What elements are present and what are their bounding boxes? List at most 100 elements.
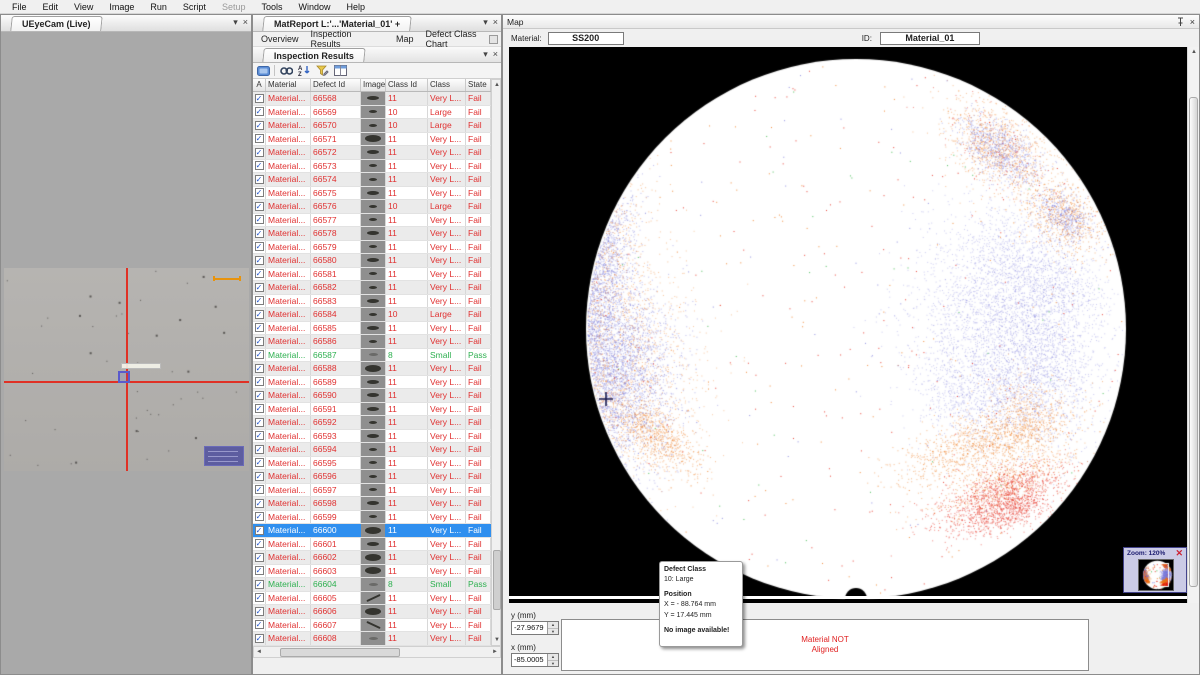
row-checkbox[interactable]: ✓ xyxy=(255,377,264,386)
row-checkbox[interactable]: ✓ xyxy=(255,215,264,224)
table-row[interactable]: ✓Material...6659811Very L...Fail xyxy=(253,497,491,511)
close-icon[interactable]: × xyxy=(493,49,498,60)
close-icon[interactable]: × xyxy=(493,17,498,28)
table-row[interactable]: ✓Material...6660211Very L...Fail xyxy=(253,551,491,565)
close-icon[interactable]: × xyxy=(1190,17,1195,27)
table-row[interactable]: ✓Material...666048SmallPass xyxy=(253,578,491,592)
row-checkbox[interactable]: ✓ xyxy=(255,566,264,575)
wafer-map-canvas[interactable] xyxy=(509,47,1189,603)
menu-window[interactable]: Window xyxy=(290,2,338,12)
row-checkbox[interactable]: ✓ xyxy=(255,526,264,535)
col-header-a[interactable]: A xyxy=(253,79,266,91)
table-row[interactable]: ✓Material...6657511Very L...Fail xyxy=(253,187,491,201)
tab-ueyecam-live[interactable]: UEyeCam (Live) xyxy=(10,16,102,31)
grid-vertical-scrollbar[interactable]: ▲ ▼ xyxy=(491,79,501,646)
grid-vscroll-thumb[interactable] xyxy=(493,550,501,610)
row-checkbox[interactable]: ✓ xyxy=(255,472,264,481)
table-row[interactable]: ✓Material...6660111Very L...Fail xyxy=(253,538,491,552)
row-checkbox[interactable]: ✓ xyxy=(255,94,264,103)
sort-ascending-icon[interactable]: AZ xyxy=(297,64,311,77)
menu-file[interactable]: File xyxy=(4,2,35,12)
table-row[interactable]: ✓Material...6657411Very L...Fail xyxy=(253,173,491,187)
row-checkbox[interactable]: ✓ xyxy=(255,310,264,319)
row-checkbox[interactable]: ✓ xyxy=(255,404,264,413)
table-row[interactable]: ✓Material...6659311Very L...Fail xyxy=(253,430,491,444)
scroll-down-icon[interactable]: ▼ xyxy=(492,635,502,645)
zoom-close-icon[interactable]: ✕ xyxy=(1175,549,1183,558)
table-row[interactable]: ✓Material...6657610LargeFail xyxy=(253,200,491,214)
table-row[interactable]: ✓Material...6659611Very L...Fail xyxy=(253,470,491,484)
y-position-spinner[interactable]: -27.9679 ▲▼ xyxy=(511,621,559,635)
col-header-material[interactable]: Material xyxy=(266,79,311,91)
table-row[interactable]: ✓Material...6658111Very L...Fail xyxy=(253,268,491,282)
table-row[interactable]: ✓Material...6659011Very L...Fail xyxy=(253,389,491,403)
row-checkbox[interactable]: ✓ xyxy=(255,512,264,521)
scroll-right-icon[interactable]: ► xyxy=(490,647,500,657)
table-row[interactable]: ✓Material...6658410LargeFail xyxy=(253,308,491,322)
row-checkbox[interactable]: ✓ xyxy=(255,445,264,454)
table-row[interactable]: ✓Material...6659211Very L...Fail xyxy=(253,416,491,430)
row-checkbox[interactable]: ✓ xyxy=(255,256,264,265)
row-checkbox[interactable]: ✓ xyxy=(255,283,264,292)
subtab-overflow-icon[interactable] xyxy=(489,35,498,44)
table-row[interactable]: ✓Material...6657211Very L...Fail xyxy=(253,146,491,160)
display-button[interactable] xyxy=(256,64,270,77)
subtab-overview[interactable]: Overview xyxy=(261,34,299,44)
row-checkbox[interactable]: ✓ xyxy=(255,175,264,184)
menu-script[interactable]: Script xyxy=(175,2,214,12)
menu-view[interactable]: View xyxy=(66,2,101,12)
table-row[interactable]: ✓Material...6660311Very L...Fail xyxy=(253,565,491,579)
row-checkbox[interactable]: ✓ xyxy=(255,458,264,467)
subtab-inspection-results[interactable]: Inspection Results xyxy=(311,29,385,49)
minimap[interactable] xyxy=(1138,559,1174,591)
table-row[interactable]: ✓Material...6658011Very L...Fail xyxy=(253,254,491,268)
table-row[interactable]: ✓Material...6659911Very L...Fail xyxy=(253,511,491,525)
table-row[interactable]: ✓Material...6657911Very L...Fail xyxy=(253,241,491,255)
menu-setup[interactable]: Setup xyxy=(214,2,254,12)
tab-inspection-results[interactable]: Inspection Results xyxy=(262,48,365,62)
close-icon[interactable]: × xyxy=(243,17,248,28)
table-row[interactable]: ✓Material...6657711Very L...Fail xyxy=(253,214,491,228)
table-row[interactable]: ✓Material...6659111Very L...Fail xyxy=(253,403,491,417)
subtab-map[interactable]: Map xyxy=(396,34,414,44)
row-checkbox[interactable]: ✓ xyxy=(255,391,264,400)
table-row[interactable]: ✓Material...6660611Very L...Fail xyxy=(253,605,491,619)
map-vscroll-thumb[interactable] xyxy=(1189,97,1198,587)
scroll-left-icon[interactable]: ◄ xyxy=(254,647,264,657)
row-checkbox[interactable]: ✓ xyxy=(255,418,264,427)
row-checkbox[interactable]: ✓ xyxy=(255,553,264,562)
x-position-spinner[interactable]: -85.0005 ▲▼ xyxy=(511,653,559,667)
chevron-down-icon[interactable]: ▾ xyxy=(233,17,238,28)
row-checkbox[interactable]: ✓ xyxy=(255,296,264,305)
table-row[interactable]: ✓Material...665878SmallPass xyxy=(253,349,491,363)
row-checkbox[interactable]: ✓ xyxy=(255,148,264,157)
scroll-up-icon[interactable]: ▲ xyxy=(1188,47,1200,57)
table-row[interactable]: ✓Material...6656811Very L...Fail xyxy=(253,92,491,106)
spin-down-icon[interactable]: ▼ xyxy=(548,629,558,635)
col-header-image[interactable]: Image xyxy=(361,79,386,91)
table-row[interactable]: ✓Material...6660711Very L...Fail xyxy=(253,619,491,633)
row-checkbox[interactable]: ✓ xyxy=(255,593,264,602)
table-row[interactable]: ✓Material...6656910LargeFail xyxy=(253,106,491,120)
table-row[interactable]: ✓Material...6658311Very L...Fail xyxy=(253,295,491,309)
menu-edit[interactable]: Edit xyxy=(35,2,67,12)
row-checkbox[interactable]: ✓ xyxy=(255,580,264,589)
spin-down-icon[interactable]: ▼ xyxy=(548,661,558,667)
grid-horizontal-scrollbar[interactable]: ◄ ► xyxy=(253,646,501,658)
col-header-defect-id[interactable]: Defect Id xyxy=(311,79,361,91)
row-checkbox[interactable]: ✓ xyxy=(255,499,264,508)
row-checkbox[interactable]: ✓ xyxy=(255,364,264,373)
menu-tools[interactable]: Tools xyxy=(253,2,290,12)
table-row[interactable]: ✓Material...6658611Very L...Fail xyxy=(253,335,491,349)
row-checkbox[interactable]: ✓ xyxy=(255,337,264,346)
table-row[interactable]: ✓Material...6657311Very L...Fail xyxy=(253,160,491,174)
row-checkbox[interactable]: ✓ xyxy=(255,620,264,629)
menu-image[interactable]: Image xyxy=(101,2,142,12)
row-checkbox[interactable]: ✓ xyxy=(255,634,264,643)
row-checkbox[interactable]: ✓ xyxy=(255,202,264,211)
row-checkbox[interactable]: ✓ xyxy=(255,107,264,116)
col-header-state[interactable]: State xyxy=(466,79,491,91)
pin-icon[interactable] xyxy=(1177,17,1184,28)
wafer-map-area[interactable] xyxy=(509,47,1189,603)
row-checkbox[interactable]: ✓ xyxy=(255,121,264,130)
